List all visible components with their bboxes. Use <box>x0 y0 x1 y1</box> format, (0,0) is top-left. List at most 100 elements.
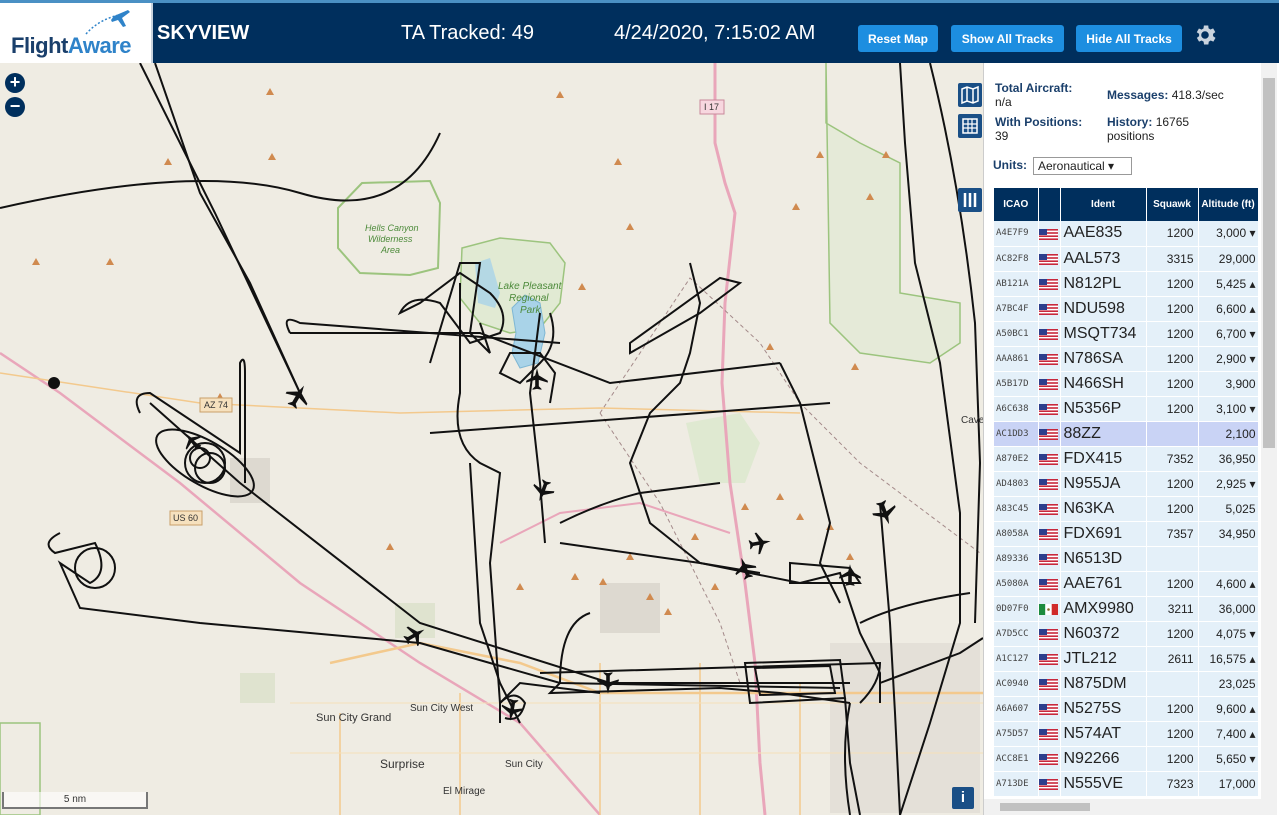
aircraft-row[interactable]: A5B17D N466SH 1200 3,900 <box>994 371 1259 397</box>
row-squawk: 1200 <box>1146 346 1199 372</box>
row-flag <box>1038 271 1061 297</box>
gear-icon[interactable] <box>1192 22 1218 48</box>
col-icao[interactable]: ICAO <box>994 188 1039 221</box>
row-flag <box>1038 596 1061 622</box>
aircraft-row[interactable]: AC0940 N875DM 23,025 <box>994 671 1259 697</box>
aircraft-row[interactable]: AB121A N812PL 1200 5,425 ▴ <box>994 271 1259 297</box>
row-altitude: 16,575 ▴ <box>1198 646 1259 672</box>
aircraft-row[interactable]: A50BC1 MSQT734 1200 6,700 ▾ <box>994 321 1259 347</box>
us-flag-icon <box>1038 553 1058 565</box>
row-altitude: 3,900 <box>1198 371 1259 397</box>
horizontal-scroll-thumb[interactable] <box>1000 803 1090 811</box>
row-ident: FDX415 <box>1060 446 1147 472</box>
app-title: SKYVIEW <box>157 22 250 44</box>
flightaware-logo[interactable]: FlightAware <box>0 3 153 63</box>
row-icao: A6C638 <box>994 396 1039 422</box>
row-squawk: 3315 <box>1146 246 1199 272</box>
row-squawk: 1200 <box>1146 371 1199 397</box>
aircraft-row[interactable]: AC82F8 AAL573 3315 29,000 <box>994 246 1259 272</box>
info-button[interactable]: i <box>952 787 974 809</box>
aircraft-row[interactable]: A870E2 FDX415 7352 36,950 <box>994 446 1259 472</box>
row-icao: A7BC4F <box>994 296 1039 322</box>
aircraft-panel: Total Aircraft: n/a With Positions: 39 Mes… <box>983 63 1279 815</box>
col-altitude[interactable]: Altitude (ft) <box>1198 188 1259 221</box>
row-flag <box>1038 671 1061 697</box>
map-label-el-mirage: El Mirage <box>443 786 486 797</box>
row-flag <box>1038 246 1061 272</box>
row-flag <box>1038 621 1061 647</box>
aircraft-row[interactable]: AC1DD3 88ZZ 2,100 <box>994 421 1259 447</box>
row-altitude: 2,900 ▾ <box>1198 346 1259 372</box>
aircraft-row[interactable]: A4E7F9 AAE835 1200 3,000 ▾ <box>994 221 1259 247</box>
map-label-park: Park <box>520 305 542 316</box>
row-ident: N5275S <box>1060 696 1147 722</box>
row-squawk: 7357 <box>1146 521 1199 547</box>
col-ident[interactable]: Ident <box>1060 188 1147 221</box>
hide-all-tracks-button[interactable]: Hide All Tracks <box>1076 25 1182 52</box>
map-canvas[interactable]: Hells Canyon Wilderness Area Lake Pleasa… <box>0 63 983 815</box>
aircraft-row[interactable]: A89336 N6513D <box>994 546 1259 572</box>
row-icao: A75D57 <box>994 721 1039 747</box>
vertical-scroll-thumb[interactable] <box>1263 78 1275 448</box>
row-ident: AMX9980 <box>1060 596 1147 622</box>
top-bar: FlightAware SKYVIEW TA Tracked: 49 4/24/… <box>0 0 1279 63</box>
show-all-tracks-button[interactable]: Show All Tracks <box>951 25 1064 52</box>
row-squawk: 1200 <box>1146 471 1199 497</box>
zoom-out-button[interactable]: − <box>5 97 25 117</box>
row-altitude: 3,100 ▾ <box>1198 396 1259 422</box>
us-flag-icon <box>1038 528 1058 540</box>
aircraft-row[interactable]: A1C127 JTL212 2611 16,575 ▴ <box>994 646 1259 672</box>
map-view[interactable]: Hells Canyon Wilderness Area Lake Pleasa… <box>0 63 983 815</box>
us-flag-icon <box>1038 303 1058 315</box>
aircraft-row[interactable]: AD4803 N955JA 1200 2,925 ▾ <box>994 471 1259 497</box>
aircraft-row[interactable]: A8058A FDX691 7357 34,950 <box>994 521 1259 547</box>
aircraft-row[interactable]: A7BC4F NDU598 1200 6,600 ▴ <box>994 296 1259 322</box>
row-squawk: 1200 <box>1146 496 1199 522</box>
aircraft-row[interactable]: A6A607 N5275S 1200 9,600 ▴ <box>994 696 1259 722</box>
row-flag <box>1038 471 1061 497</box>
grid-icon[interactable] <box>958 114 982 138</box>
reset-map-button[interactable]: Reset Map <box>858 25 938 52</box>
total-aircraft: Total Aircraft: n/a <box>995 81 1073 109</box>
units-select[interactable]: Aeronautical ▾ <box>1033 157 1132 175</box>
map-label-wilderness: Wilderness <box>368 234 413 244</box>
aircraft-row[interactable]: A83C45 N63KA 1200 5,025 <box>994 496 1259 522</box>
row-flag <box>1038 646 1061 672</box>
us-flag-icon <box>1038 228 1058 240</box>
with-positions: With Positions: 39 <box>995 115 1083 143</box>
row-icao: A50BC1 <box>994 321 1039 347</box>
row-altitude: 6,600 ▴ <box>1198 296 1259 322</box>
row-icao: A8058A <box>994 521 1039 547</box>
messages-rate: Messages: 418.3/sec <box>1107 88 1224 102</box>
col-flag[interactable] <box>1038 188 1061 221</box>
aircraft-row[interactable]: AAA861 N786SA 1200 2,900 ▾ <box>994 346 1259 372</box>
map-layers-icon[interactable] <box>958 83 982 107</box>
row-altitude: 5,025 <box>1198 496 1259 522</box>
aircraft-row[interactable]: A7D5CC N60372 1200 4,075 ▾ <box>994 621 1259 647</box>
zoom-in-button[interactable]: + <box>5 73 25 93</box>
us-flag-icon <box>1038 403 1058 415</box>
tracked-count: TA Tracked: 49 <box>401 22 535 44</box>
col-squawk[interactable]: Squawk <box>1146 188 1199 221</box>
aircraft-row[interactable]: ACC8E1 N92266 1200 5,650 ▾ <box>994 746 1259 772</box>
row-icao: A1C127 <box>994 646 1039 672</box>
row-altitude <box>1198 546 1259 572</box>
row-flag <box>1038 546 1061 572</box>
row-ident: NDU598 <box>1060 296 1147 322</box>
row-altitude: 34,950 <box>1198 521 1259 547</box>
aircraft-row[interactable]: A5080A AAE761 1200 4,600 ▴ <box>994 571 1259 597</box>
aircraft-row[interactable]: A713DE N555VE 7323 17,000 <box>994 771 1259 797</box>
row-icao: AAA861 <box>994 346 1039 372</box>
aircraft-row[interactable]: A75D57 N574AT 1200 7,400 ▴ <box>994 721 1259 747</box>
aircraft-row[interactable]: A6C638 N5356P 1200 3,100 ▾ <box>994 396 1259 422</box>
row-squawk: 2611 <box>1146 646 1199 672</box>
map-label-regional: Regional <box>509 293 549 304</box>
map-label-sun-city-grand: Sun City Grand <box>316 712 391 724</box>
row-squawk: 1200 <box>1146 721 1199 747</box>
us-flag-icon <box>1038 753 1058 765</box>
row-flag <box>1038 571 1061 597</box>
row-squawk: 1200 <box>1146 571 1199 597</box>
columns-icon[interactable] <box>958 188 982 212</box>
aircraft-row[interactable]: 0D07F0 AMX9980 3211 36,000 <box>994 596 1259 622</box>
row-icao: A4E7F9 <box>994 221 1039 247</box>
